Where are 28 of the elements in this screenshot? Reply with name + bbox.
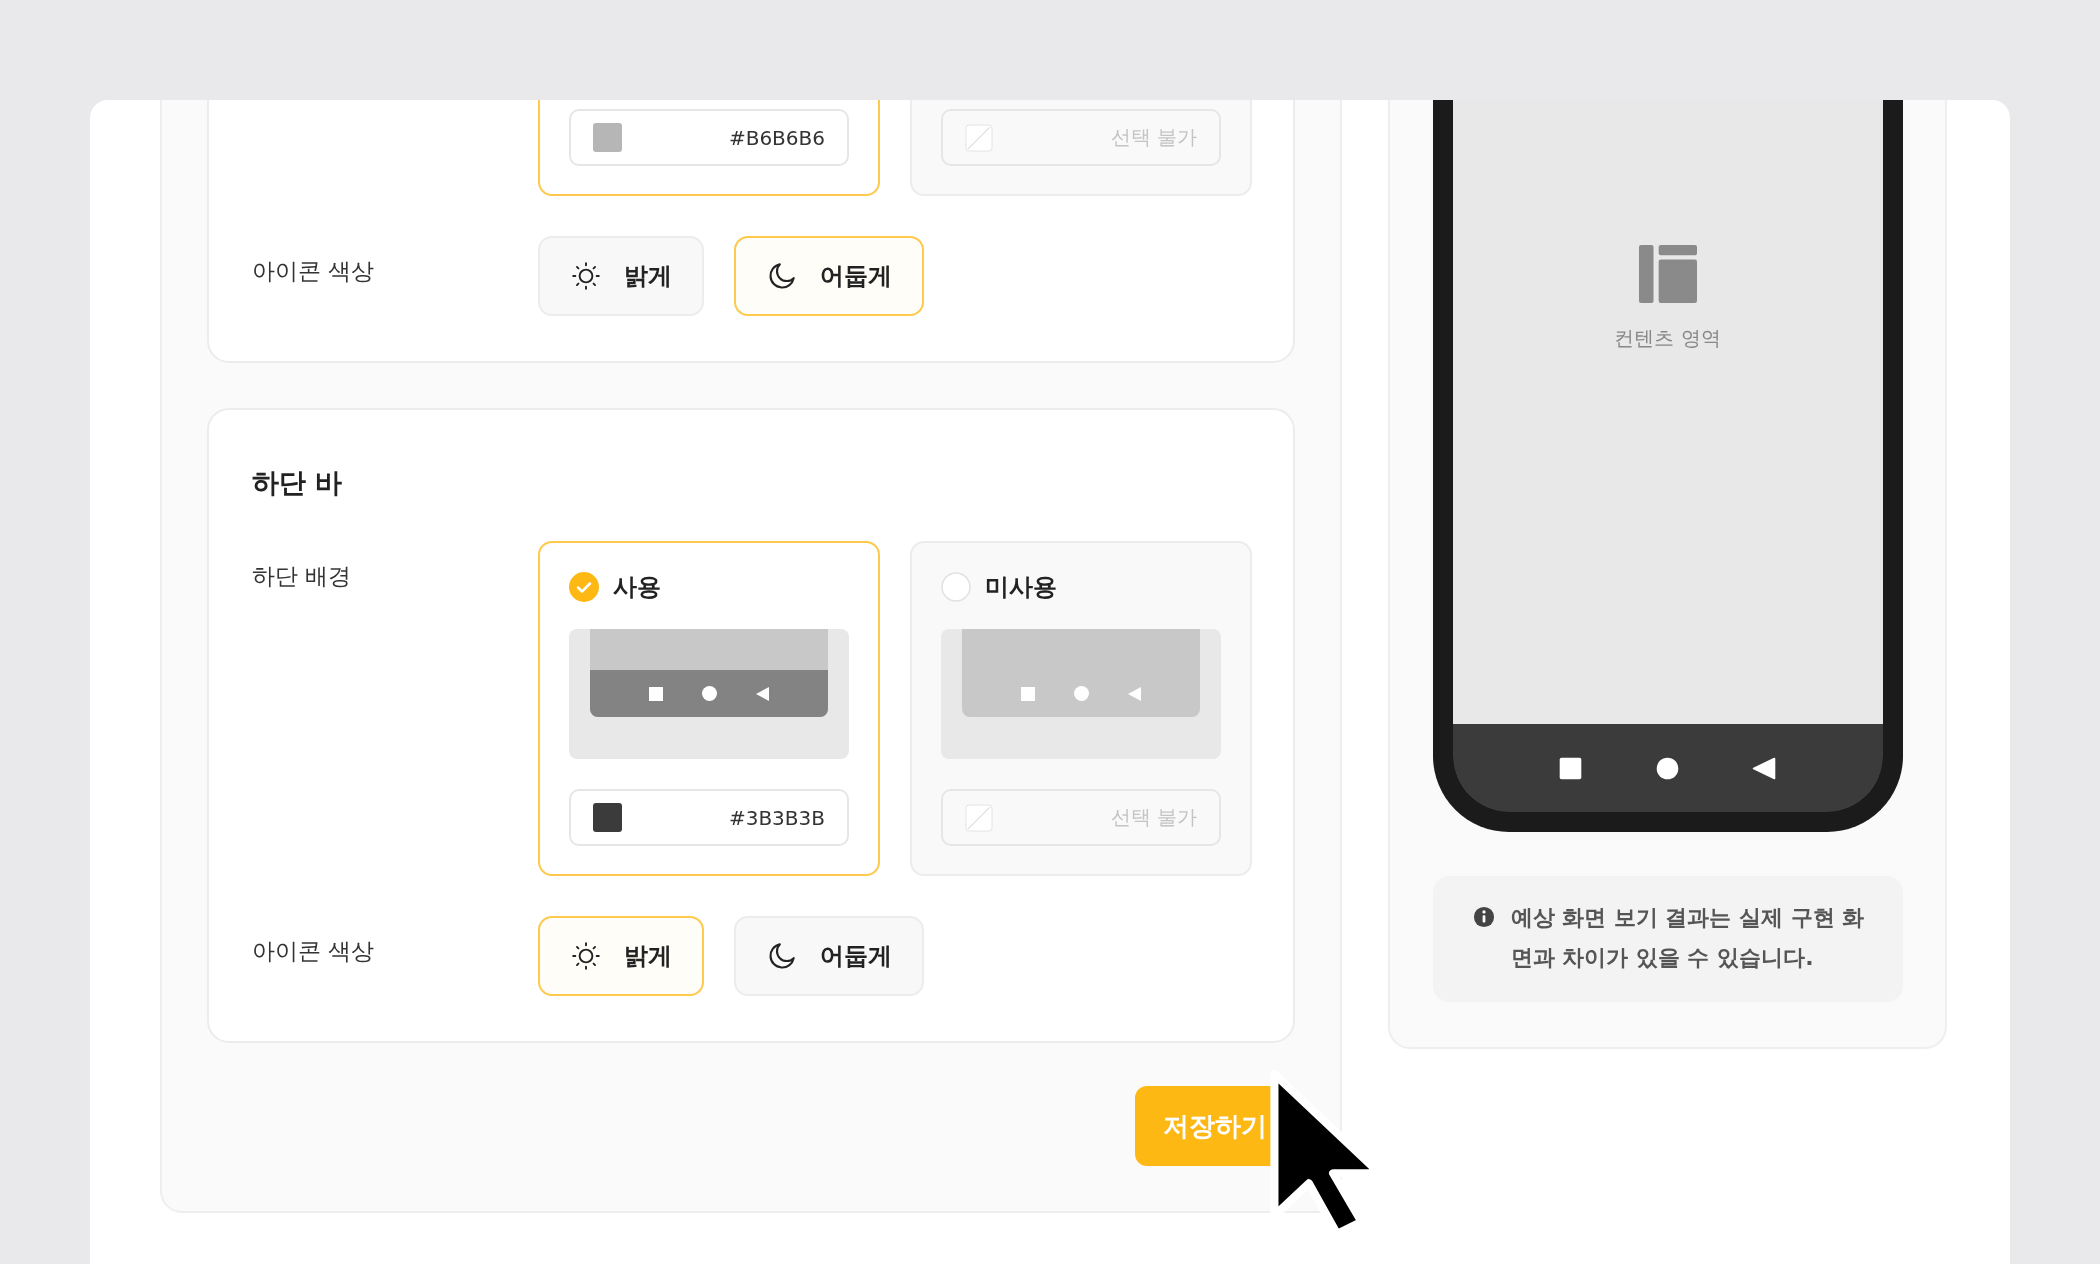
no-color-icon [965,123,993,152]
icon-color-button[interactable]: 어둡게 [734,236,924,316]
content-label: 컨텐츠 영역 [1614,325,1721,352]
moon-icon [766,260,798,292]
row-label: 아이콘 색상 [252,258,375,284]
layout-icon [1638,245,1697,303]
sun-icon [570,260,602,292]
no-color-icon [965,803,993,832]
color-field[interactable]: #3B3B3B [569,789,849,846]
check-icon [569,572,599,602]
row-label: 하단 배경 [252,563,352,589]
radio-icon [941,572,971,602]
info-icon [1472,906,1495,928]
option-label: 사용 [613,572,661,603]
row-label: 아이콘 색상 [252,938,375,964]
section-title: 하단 바 [252,466,344,500]
option-card[interactable]: 사용 #3B3B3B [538,541,880,876]
sun-icon [570,940,602,972]
icon-color-button[interactable]: 어둡게 [734,916,924,996]
icon-color-button[interactable]: 밝게 [538,916,704,996]
moon-icon [766,940,798,972]
color-value: #B6B6B6 [728,125,825,150]
option-card[interactable]: #B6B6B6 [538,100,880,196]
color-field[interactable]: #B6B6B6 [569,109,849,166]
icon-color-button[interactable]: 밝게 [538,236,704,316]
color-value: #3B3B3B [728,805,825,830]
notice-text: 예상 화면 보기 결과는 실제 구현 화면과 차이가 있을 수 있습니다. [1510,904,1866,972]
option-label: 미사용 [985,572,1057,603]
